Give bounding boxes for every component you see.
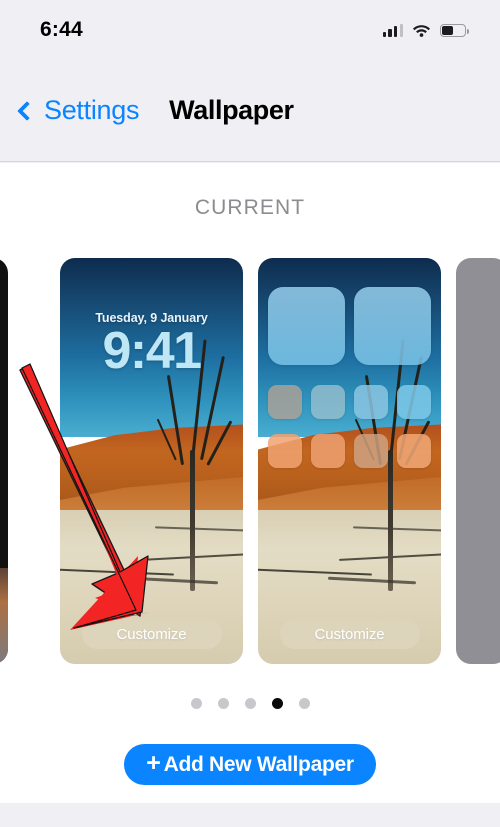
battery-icon <box>440 24 469 37</box>
wallpaper-carousel[interactable]: Tuesday, 9 January 9:41 Customize Custom… <box>0 258 500 668</box>
page-dot[interactable] <box>298 698 310 709</box>
plus-icon: + <box>146 749 161 777</box>
status-bar-time: 6:44 <box>40 18 83 41</box>
widget-placeholder <box>268 287 345 365</box>
add-new-wallpaper-button[interactable]: + Add New Wallpaper <box>124 744 376 785</box>
app-icon-placeholder <box>311 434 345 468</box>
content-area: CURRENT Tuesday, 9 January 9:41 Customiz… <box>0 163 500 803</box>
back-button[interactable]: Settings <box>14 95 139 126</box>
app-icon-row <box>268 385 431 419</box>
page-indicator[interactable] <box>0 698 500 709</box>
customize-button-lock-screen[interactable]: Customize <box>81 619 222 649</box>
app-icon-placeholder <box>268 434 302 468</box>
widget-row <box>268 287 431 365</box>
wallpaper-card-previous[interactable] <box>0 258 8 664</box>
wallpaper-card-next[interactable] <box>456 258 500 664</box>
page-title: Wallpaper <box>169 95 294 125</box>
wallpaper-card-home-screen[interactable]: Customize <box>258 258 441 664</box>
app-icon-placeholder <box>397 434 431 468</box>
widget-placeholder <box>354 287 431 365</box>
app-icon-placeholder <box>311 385 345 419</box>
wifi-icon <box>412 23 431 37</box>
cellular-bars-icon <box>382 23 403 37</box>
app-icon-placeholder <box>397 385 431 419</box>
page-dot-active[interactable] <box>271 698 283 709</box>
add-new-wallpaper-label: Add New Wallpaper <box>163 752 354 776</box>
app-icon-placeholder <box>354 434 388 468</box>
wallpaper-card-previous-thumb <box>0 568 8 664</box>
back-button-label: Settings <box>44 95 140 125</box>
status-bar-icons <box>382 23 469 37</box>
chevron-left-icon <box>17 100 37 121</box>
home-screen-layout-preview <box>258 258 441 664</box>
page-dot[interactable] <box>190 698 202 709</box>
lock-screen-clock: 9:41 <box>102 321 202 380</box>
page-dot[interactable] <box>217 698 229 709</box>
status-bar: 6:44 <box>0 0 500 60</box>
page-dot[interactable] <box>244 698 256 709</box>
section-header-current: CURRENT <box>194 196 306 219</box>
app-icon-placeholder <box>268 385 302 419</box>
wallpaper-card-lock-screen[interactable]: Tuesday, 9 January 9:41 Customize <box>60 258 243 664</box>
wallpaper-settings-screen: 6:44 Settings Wallpaper CURRENT Tuesday,… <box>0 0 500 827</box>
add-wallpaper-row: + Add New Wallpaper <box>0 744 500 785</box>
navigation-bar: Settings Wallpaper <box>0 60 500 162</box>
customize-button-home-screen[interactable]: Customize <box>279 619 420 649</box>
app-icon-placeholder <box>354 385 388 419</box>
app-icon-row <box>268 434 431 468</box>
